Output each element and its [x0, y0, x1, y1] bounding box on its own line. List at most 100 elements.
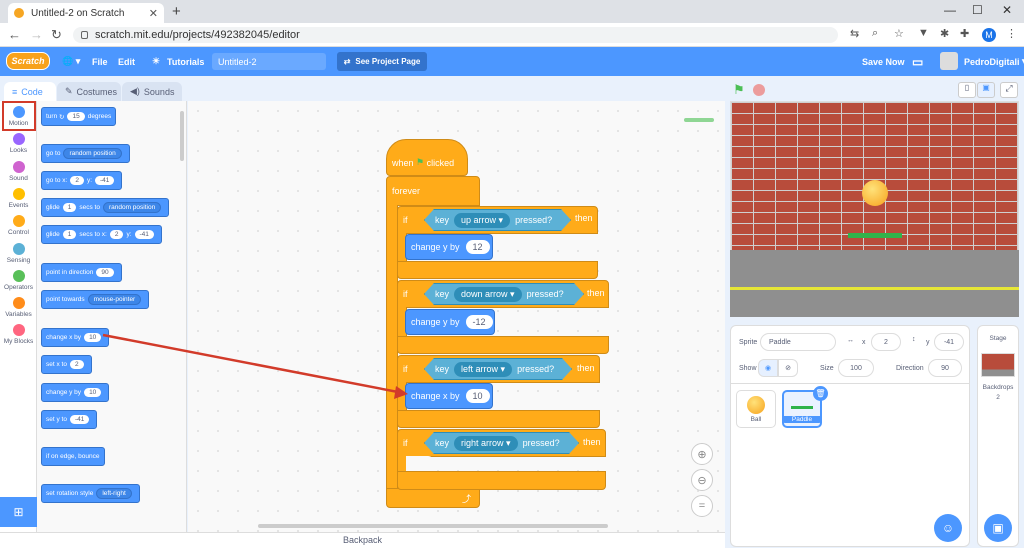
paddle-sprite[interactable] [848, 233, 902, 238]
rotation-style-block[interactable]: set rotation style left-right [41, 484, 140, 503]
change-x-10-block[interactable]: change x by 10 [405, 383, 493, 409]
green-flag-button[interactable]: ⚑ [733, 82, 745, 98]
large-stage-icon[interactable]: ▣ [977, 82, 995, 98]
tutorials-menu[interactable]: Tutorials [167, 47, 204, 76]
ball-sprite[interactable] [862, 180, 888, 206]
point-towards-block[interactable]: point towards mouse-pointer [41, 290, 150, 309]
category-looks[interactable]: Looks [0, 133, 37, 154]
backpack-bar[interactable]: Backpack [0, 532, 725, 548]
username-menu[interactable]: PedroDigitali ▾ [964, 47, 1024, 76]
change-x-block[interactable]: change x by 10 [41, 328, 110, 347]
category-dot-icon [12, 215, 25, 228]
bounce-block[interactable]: if on edge, bounce [41, 447, 105, 466]
tab-code[interactable]: ≡ Code [4, 82, 56, 101]
minimize-icon[interactable]: — [944, 3, 956, 17]
maximize-icon[interactable]: ☐ [972, 3, 983, 17]
key-dropdown-down[interactable]: down arrow ▾ [454, 287, 522, 302]
key-down-pressed-block[interactable]: key down arrow ▾ pressed? [424, 283, 584, 305]
workspace-hscrollbar[interactable] [258, 524, 608, 528]
profile-avatar[interactable]: M [982, 28, 996, 42]
zoom-out-icon[interactable]: ⊖ [691, 469, 713, 491]
small-stage-icon[interactable]: ▯ [958, 82, 976, 98]
forever-block[interactable]: forever [386, 176, 480, 206]
see-project-page-button[interactable]: ⇄ See Project Page [337, 52, 427, 71]
category-control[interactable]: Control [0, 215, 37, 236]
y-input[interactable]: -41 [934, 333, 964, 351]
extension-icon[interactable]: ✱ [940, 27, 949, 40]
browser-tab[interactable]: Untitled-2 on Scratch ✕ [8, 3, 164, 23]
change-y-minus12-block[interactable]: change y by -12 [405, 309, 495, 335]
save-now-button[interactable]: Save Now [862, 47, 905, 76]
category-sound[interactable]: Sound [0, 160, 37, 182]
set-x-block[interactable]: set x to 2 [41, 355, 92, 374]
code-icon: ≡ [12, 86, 18, 97]
category-my-blocks[interactable]: My Blocks [0, 324, 37, 345]
extension-v-icon[interactable]: ▼ [918, 27, 929, 39]
size-input[interactable]: 100 [838, 359, 874, 377]
goto-block[interactable]: go to random position [41, 144, 130, 163]
key-dropdown-up[interactable]: up arrow ▾ [454, 213, 510, 228]
globe-icon[interactable]: 🌐 ▾ [62, 47, 80, 76]
file-menu[interactable]: File [92, 47, 108, 76]
forever-end: ⤴ [386, 488, 480, 508]
delete-sprite-icon[interactable]: 🗑 [813, 386, 828, 401]
tab-costumes[interactable]: ✎ Costumes [57, 82, 121, 101]
when-flag-clicked-block[interactable]: when ⚑ clicked [386, 139, 468, 176]
bookmark-star-icon[interactable]: ☆ [894, 27, 904, 40]
my-stuff-folder-icon[interactable]: ▭ [912, 47, 923, 76]
zoom-reset-icon[interactable]: = [691, 495, 713, 517]
add-backdrop-button[interactable]: ▣ [984, 514, 1012, 542]
empty-slot[interactable] [406, 456, 434, 472]
puzzle-icon[interactable]: ✚ [960, 27, 969, 40]
key-dropdown-left[interactable]: left arrow ▾ [454, 362, 512, 377]
zoom-icon[interactable]: ⌕ [872, 27, 878, 40]
fullscreen-icon[interactable]: ⤢ [1000, 82, 1018, 98]
close-tab-icon[interactable]: ✕ [149, 7, 158, 20]
key-dropdown-right[interactable]: right arrow ▾ [454, 436, 518, 451]
browser-menu-icon[interactable]: ⋮ [1006, 27, 1017, 40]
direction-input[interactable]: 90 [928, 359, 962, 377]
x-input[interactable]: 2 [871, 333, 901, 351]
show-visible-icon[interactable]: ◉ [758, 359, 778, 377]
add-extension-button[interactable]: ⊞ [0, 497, 37, 527]
key-left-pressed-block[interactable]: key left arrow ▾ pressed? [424, 358, 572, 380]
key-right-pressed-block[interactable]: key right arrow ▾ pressed? [424, 432, 579, 454]
user-avatar[interactable] [940, 52, 958, 70]
translate-icon[interactable]: ⇆ [850, 27, 859, 40]
sprite-thumb-ball[interactable]: Ball [736, 390, 776, 428]
set-y-block[interactable]: set y to -41 [41, 410, 98, 429]
sprite-name-input[interactable]: Paddle [760, 333, 836, 351]
scratch-logo[interactable]: Scratch [6, 52, 50, 70]
new-tab-icon[interactable]: + [172, 3, 181, 20]
change-y-12-block[interactable]: change y by 12 [405, 234, 493, 260]
palette-scrollbar[interactable] [180, 111, 184, 161]
stop-button[interactable] [753, 84, 765, 96]
reload-icon[interactable]: ↻ [51, 27, 62, 43]
project-title-input[interactable]: Untitled-2 [212, 53, 326, 70]
category-operators[interactable]: Operators [0, 269, 37, 291]
add-sprite-button[interactable]: ☺ [934, 514, 962, 542]
category-variables[interactable]: Variables [0, 297, 37, 318]
if-end [397, 471, 606, 490]
goto-xy-block[interactable]: go to x: 2 y: -41 [41, 171, 123, 190]
back-icon[interactable]: ← [8, 27, 21, 42]
glide-random-block[interactable]: glide 1 secs to random position [41, 198, 170, 217]
key-up-pressed-block[interactable]: key up arrow ▾ pressed? [424, 209, 571, 231]
turn-block[interactable]: turn ↻ 15 degrees [41, 107, 117, 126]
url-field[interactable]: scratch.mit.edu/projects/492382045/edito… [73, 27, 838, 43]
point-direction-block[interactable]: point in direction 90 [41, 263, 122, 282]
edit-menu[interactable]: Edit [118, 47, 135, 76]
glide-xy-block[interactable]: glide 1 secs to x: 2 y: -41 [41, 225, 162, 244]
tutorials-icon[interactable]: ☀ [152, 47, 160, 76]
show-hidden-icon[interactable]: ⊘ [778, 359, 798, 377]
category-sensing[interactable]: Sensing [0, 242, 37, 264]
change-y-block[interactable]: change y by 10 [41, 383, 110, 402]
forward-icon[interactable]: → [30, 27, 43, 42]
category-label: Control [8, 229, 29, 237]
window-close-icon[interactable]: ✕ [1002, 3, 1012, 17]
tab-sounds[interactable]: ◀) Sounds [122, 82, 182, 101]
see-project-label: See Project Page [355, 57, 421, 66]
backdrop-thumbnail[interactable] [981, 353, 1015, 377]
zoom-in-icon[interactable]: ⊕ [691, 443, 713, 465]
category-events[interactable]: Events [0, 187, 37, 209]
